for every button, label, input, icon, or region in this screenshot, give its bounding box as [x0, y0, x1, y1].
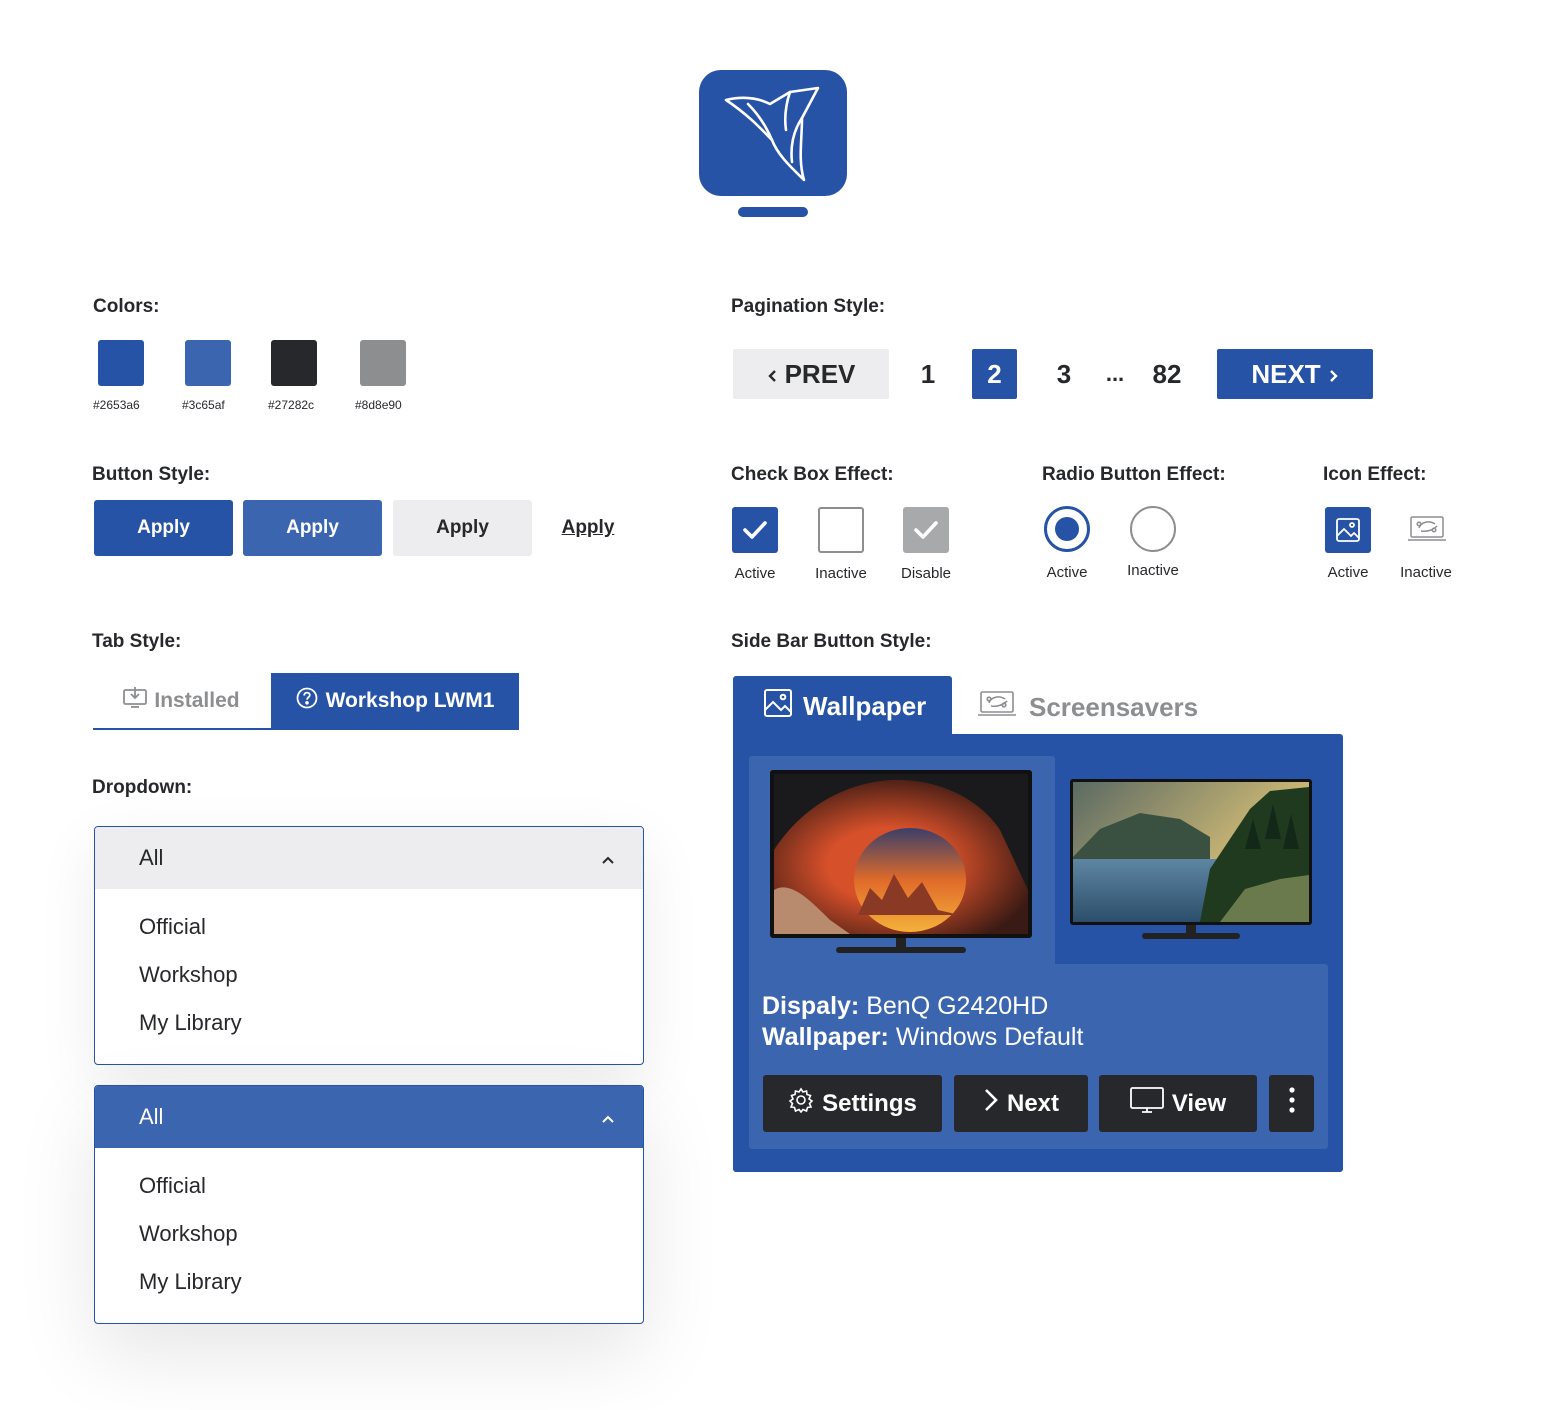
monitor-2[interactable] — [1070, 779, 1312, 945]
dropdown-toggle[interactable]: All — [95, 1086, 643, 1148]
help-circle-icon — [296, 687, 318, 715]
dropdown-option-my-library[interactable]: My Library — [95, 999, 643, 1047]
sidebar-heading: Side Bar Button Style: — [731, 631, 932, 652]
display-label: Dispaly: — [762, 992, 860, 1020]
apply-button-primary[interactable]: Apply — [94, 500, 233, 556]
dropdown-option-official[interactable]: Official — [95, 1162, 643, 1210]
more-options-button[interactable] — [1269, 1075, 1314, 1132]
chevron-up-icon — [601, 1104, 615, 1130]
swatch-label: #2653a6 — [93, 398, 140, 412]
more-vertical-icon — [1288, 1086, 1296, 1121]
next-button[interactable]: NEXT — [1217, 349, 1373, 399]
icon-effect-heading: Icon Effect: — [1323, 464, 1427, 485]
radio-active[interactable] — [1043, 505, 1091, 553]
apply-button-secondary[interactable]: Apply — [243, 500, 382, 556]
apply-link-button[interactable]: Apply — [550, 500, 626, 556]
settings-label: Settings — [822, 1089, 917, 1117]
image-icon — [763, 688, 793, 725]
dropdown-option-official[interactable]: Official — [95, 903, 643, 951]
radio-heading: Radio Button Effect: — [1042, 464, 1226, 485]
icon-active-caption: Active — [1327, 564, 1369, 581]
checkbox-disabled — [903, 507, 949, 553]
page-last[interactable]: 82 — [1145, 349, 1189, 399]
swatch-secondary — [185, 340, 231, 386]
page-2-current[interactable]: 2 — [972, 349, 1017, 399]
dropdown-heading: Dropdown: — [92, 777, 193, 798]
view-button[interactable]: View — [1099, 1075, 1257, 1132]
icon-inactive-caption: Inactive — [1400, 564, 1452, 581]
prev-label: PREV — [784, 358, 856, 389]
dropdown-dark: All Official Workshop My Library — [94, 1085, 644, 1324]
radio-inactive-caption: Inactive — [1127, 562, 1179, 579]
tab-wallpaper[interactable]: Wallpaper — [733, 676, 952, 736]
page-3[interactable]: 3 — [1044, 349, 1084, 399]
swatch-label: #8d8e90 — [355, 398, 402, 412]
tab-workshop-label: Workshop LWM1 — [325, 689, 495, 712]
dropdown-light: All Official Workshop My Library — [94, 826, 644, 1065]
chevron-up-icon — [601, 845, 615, 871]
tab-installed[interactable]: Installed — [93, 674, 269, 728]
tabs-underline — [93, 728, 519, 730]
dropdown-selected: All — [139, 845, 164, 870]
checkbox-active[interactable] — [732, 507, 778, 553]
dropdown-selected: All — [139, 1104, 164, 1129]
colors-heading: Colors: — [93, 296, 160, 317]
dropdown-toggle[interactable]: All — [95, 827, 643, 889]
radio-active-caption: Active — [1046, 564, 1088, 581]
swatch-dark — [271, 340, 317, 386]
buttons-heading: Button Style: — [92, 464, 211, 485]
tab-workshop[interactable]: Workshop LWM1 — [271, 673, 519, 729]
dropdown-option-my-library[interactable]: My Library — [95, 1258, 643, 1306]
tab-wallpaper-label: Wallpaper — [803, 690, 927, 721]
checkbox-inactive[interactable] — [818, 507, 864, 553]
page-1[interactable]: 1 — [908, 349, 948, 399]
tab-screensavers[interactable]: Screensavers — [975, 684, 1215, 730]
pagination-heading: Pagination Style: — [731, 296, 886, 317]
app-logo — [698, 70, 848, 220]
swatch-label: #27282c — [268, 398, 315, 412]
wallpaper-label: Wallpaper: — [762, 1023, 889, 1051]
checkbox-active-caption: Active — [734, 565, 776, 582]
swatch-primary — [98, 340, 144, 386]
tabs-heading: Tab Style: — [92, 631, 182, 652]
display-value: BenQ G2420HD — [866, 992, 1049, 1020]
tab-screensavers-label: Screensavers — [1029, 691, 1199, 722]
check-icon — [914, 521, 938, 539]
pagination-ellipsis: ... — [1105, 361, 1125, 386]
chevron-right-icon — [983, 1088, 999, 1119]
monitor-1[interactable] — [770, 770, 1032, 958]
chevron-right-icon — [1329, 359, 1339, 390]
check-icon — [743, 521, 767, 539]
dropdown-option-workshop[interactable]: Workshop — [95, 1210, 643, 1258]
wallpaper-info: Wallpaper: Windows Default — [762, 1023, 1083, 1052]
settings-button[interactable]: Settings — [763, 1075, 942, 1132]
apply-button-neutral[interactable]: Apply — [393, 500, 532, 556]
screensaver-icon-inactive[interactable] — [1405, 513, 1449, 545]
installed-icon — [122, 686, 148, 716]
next-wallpaper-button[interactable]: Next — [954, 1075, 1088, 1132]
checkbox-inactive-caption: Inactive — [815, 565, 867, 582]
checkbox-disabled-caption: Disable — [900, 565, 952, 582]
display-info: Dispaly: BenQ G2420HD — [762, 992, 1048, 1021]
screensaver-icon — [975, 689, 1019, 726]
radio-inactive[interactable] — [1129, 505, 1177, 553]
monitor-icon — [1129, 1087, 1164, 1120]
wallpaper-value: Windows Default — [895, 1023, 1084, 1051]
tab-installed-label: Installed — [154, 689, 240, 712]
prev-button[interactable]: PREV — [733, 349, 889, 399]
swatch-gray — [360, 340, 406, 386]
checkbox-heading: Check Box Effect: — [731, 464, 894, 485]
dropdown-option-workshop[interactable]: Workshop — [95, 951, 643, 999]
image-icon-active[interactable] — [1325, 507, 1371, 553]
view-label: View — [1171, 1089, 1227, 1117]
next-label: NEXT — [1251, 358, 1321, 389]
next-label: Next — [1006, 1089, 1060, 1117]
swatch-label: #3c65af — [182, 398, 225, 412]
gear-icon — [788, 1087, 814, 1120]
chevron-left-icon — [767, 359, 777, 390]
